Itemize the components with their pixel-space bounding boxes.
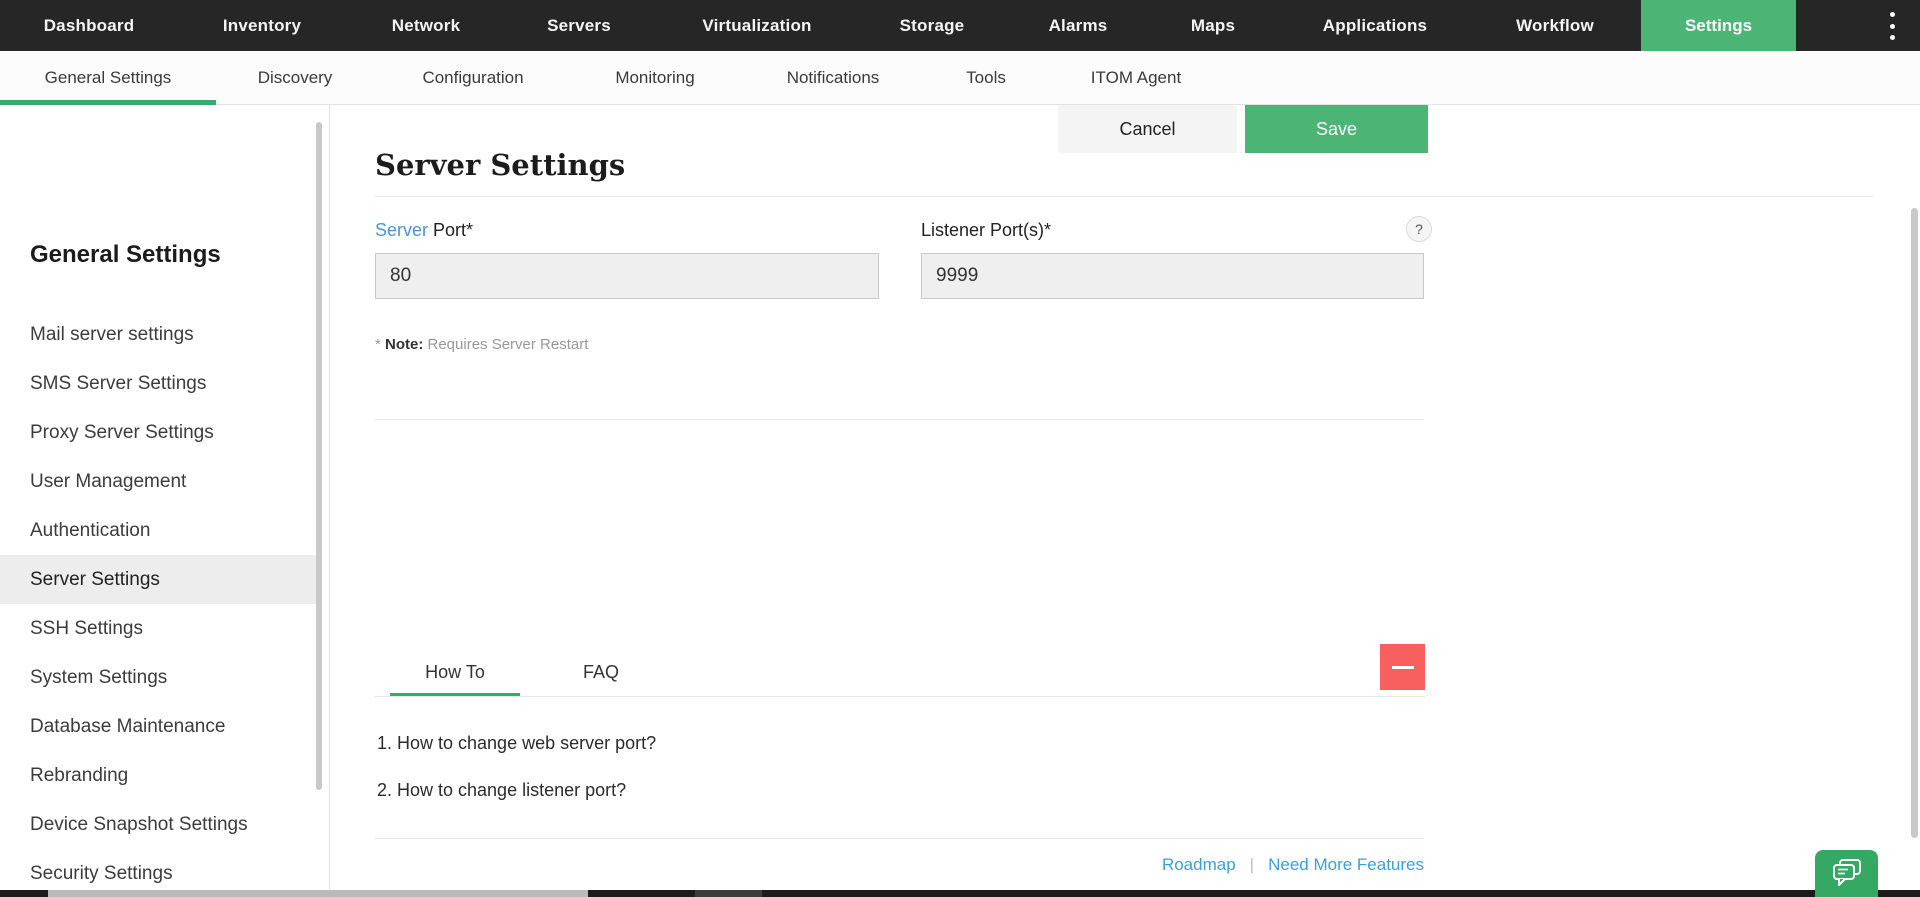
top-nav-item-inventory[interactable]: Inventory xyxy=(223,0,301,51)
divider xyxy=(375,196,1873,197)
server-settings-panel: Server Settings Server Port* Listener Po… xyxy=(331,105,1920,897)
sidebar-scrollbar[interactable] xyxy=(316,122,322,790)
help-icon[interactable]: ? xyxy=(1406,216,1432,242)
roadmap-link[interactable]: Roadmap xyxy=(1162,855,1236,874)
listener-port-input[interactable] xyxy=(921,253,1424,299)
how-to-link-listener-port[interactable]: How to change listener port? xyxy=(397,780,656,800)
settings-sidebar: General Settings Mail server settings SM… xyxy=(0,105,330,897)
divider xyxy=(375,419,1424,420)
sub-nav-item-general-settings[interactable]: General Settings xyxy=(45,51,172,105)
sidebar-item-device-snapshot-settings[interactable]: Device Snapshot Settings xyxy=(0,800,322,849)
sub-nav-item-configuration[interactable]: Configuration xyxy=(422,51,523,105)
sidebar-item-database-maintenance[interactable]: Database Maintenance xyxy=(0,702,322,751)
server-port-label: Server Port* xyxy=(375,220,473,241)
sub-nav-item-monitoring[interactable]: Monitoring xyxy=(615,51,694,105)
top-nav: Dashboard Inventory Network Servers Virt… xyxy=(0,0,1920,51)
top-nav-item-network[interactable]: Network xyxy=(392,0,460,51)
top-nav-item-dashboard[interactable]: Dashboard xyxy=(44,0,135,51)
sidebar-item-rebranding[interactable]: Rebranding xyxy=(0,751,322,800)
page-title: Server Settings xyxy=(375,148,626,182)
kebab-menu-icon[interactable] xyxy=(1884,12,1900,40)
tab-how-to[interactable]: How To xyxy=(390,652,520,697)
active-tab-underline xyxy=(0,100,216,105)
top-nav-item-servers[interactable]: Servers xyxy=(547,0,611,51)
sidebar-item-authentication[interactable]: Authentication xyxy=(0,506,322,555)
chat-widget-button[interactable] xyxy=(1815,850,1878,897)
how-to-link-web-server-port[interactable]: How to change web server port? xyxy=(397,733,656,753)
sidebar-item-ssh-settings[interactable]: SSH Settings xyxy=(0,604,322,653)
how-to-list: How to change web server port? How to ch… xyxy=(397,733,656,827)
sidebar-item-sms-server-settings[interactable]: SMS Server Settings xyxy=(0,359,322,408)
sidebar-heading: General Settings xyxy=(30,241,221,268)
top-nav-item-alarms[interactable]: Alarms xyxy=(1049,0,1108,51)
divider xyxy=(375,696,1425,697)
sidebar-item-system-settings[interactable]: System Settings xyxy=(0,653,322,702)
sub-nav-item-itom-agent[interactable]: ITOM Agent xyxy=(1091,51,1181,105)
top-nav-item-workflow[interactable]: Workflow xyxy=(1516,0,1594,51)
sidebar-item-server-settings-selected[interactable]: Server Settings xyxy=(0,555,322,604)
sidebar-item-proxy-server-settings[interactable]: Proxy Server Settings xyxy=(0,408,322,457)
server-port-label-rest: Port* xyxy=(428,220,474,240)
horizontal-scrollbar-segment xyxy=(695,890,762,897)
top-nav-item-storage[interactable]: Storage xyxy=(900,0,965,51)
settings-sub-nav: General Settings Discovery Configuration… xyxy=(0,51,1920,105)
vertical-scrollbar[interactable] xyxy=(1911,208,1918,838)
horizontal-scrollbar-thumb[interactable] xyxy=(48,890,588,897)
sidebar-item-mail-server-settings[interactable]: Mail server settings xyxy=(0,310,322,359)
sub-nav-item-discovery[interactable]: Discovery xyxy=(258,51,333,105)
sub-nav-item-tools[interactable]: Tools xyxy=(966,51,1006,105)
top-nav-item-settings-active[interactable]: Settings xyxy=(1641,0,1796,51)
minus-icon xyxy=(1391,665,1414,669)
need-more-features-link[interactable]: Need More Features xyxy=(1268,855,1424,874)
server-port-input[interactable] xyxy=(375,253,879,299)
restart-note: * Note: Requires Server Restart xyxy=(375,336,589,353)
sidebar-list: Mail server settings SMS Server Settings… xyxy=(0,310,322,897)
tab-faq[interactable]: FAQ xyxy=(561,652,641,697)
link-separator: | xyxy=(1249,855,1255,874)
app-window: Dashboard Inventory Network Servers Virt… xyxy=(0,0,1920,897)
collapse-section-button[interactable] xyxy=(1380,644,1425,690)
sub-nav-item-notifications[interactable]: Notifications xyxy=(787,51,880,105)
server-port-label-link[interactable]: Server xyxy=(375,220,428,240)
horizontal-scrollbar-track[interactable] xyxy=(0,890,1920,897)
divider xyxy=(375,838,1424,839)
footer-links: Roadmap | Need More Features xyxy=(331,855,1424,875)
top-nav-item-maps[interactable]: Maps xyxy=(1191,0,1235,51)
top-nav-item-virtualization[interactable]: Virtualization xyxy=(702,0,811,51)
cancel-button[interactable]: Cancel xyxy=(1058,105,1237,153)
top-nav-item-applications[interactable]: Applications xyxy=(1323,0,1427,51)
listener-port-label: Listener Port(s)* xyxy=(921,220,1052,240)
save-button[interactable]: Save xyxy=(1245,105,1428,153)
sidebar-item-user-management[interactable]: User Management xyxy=(0,457,322,506)
chat-bubbles-icon xyxy=(1830,857,1864,890)
